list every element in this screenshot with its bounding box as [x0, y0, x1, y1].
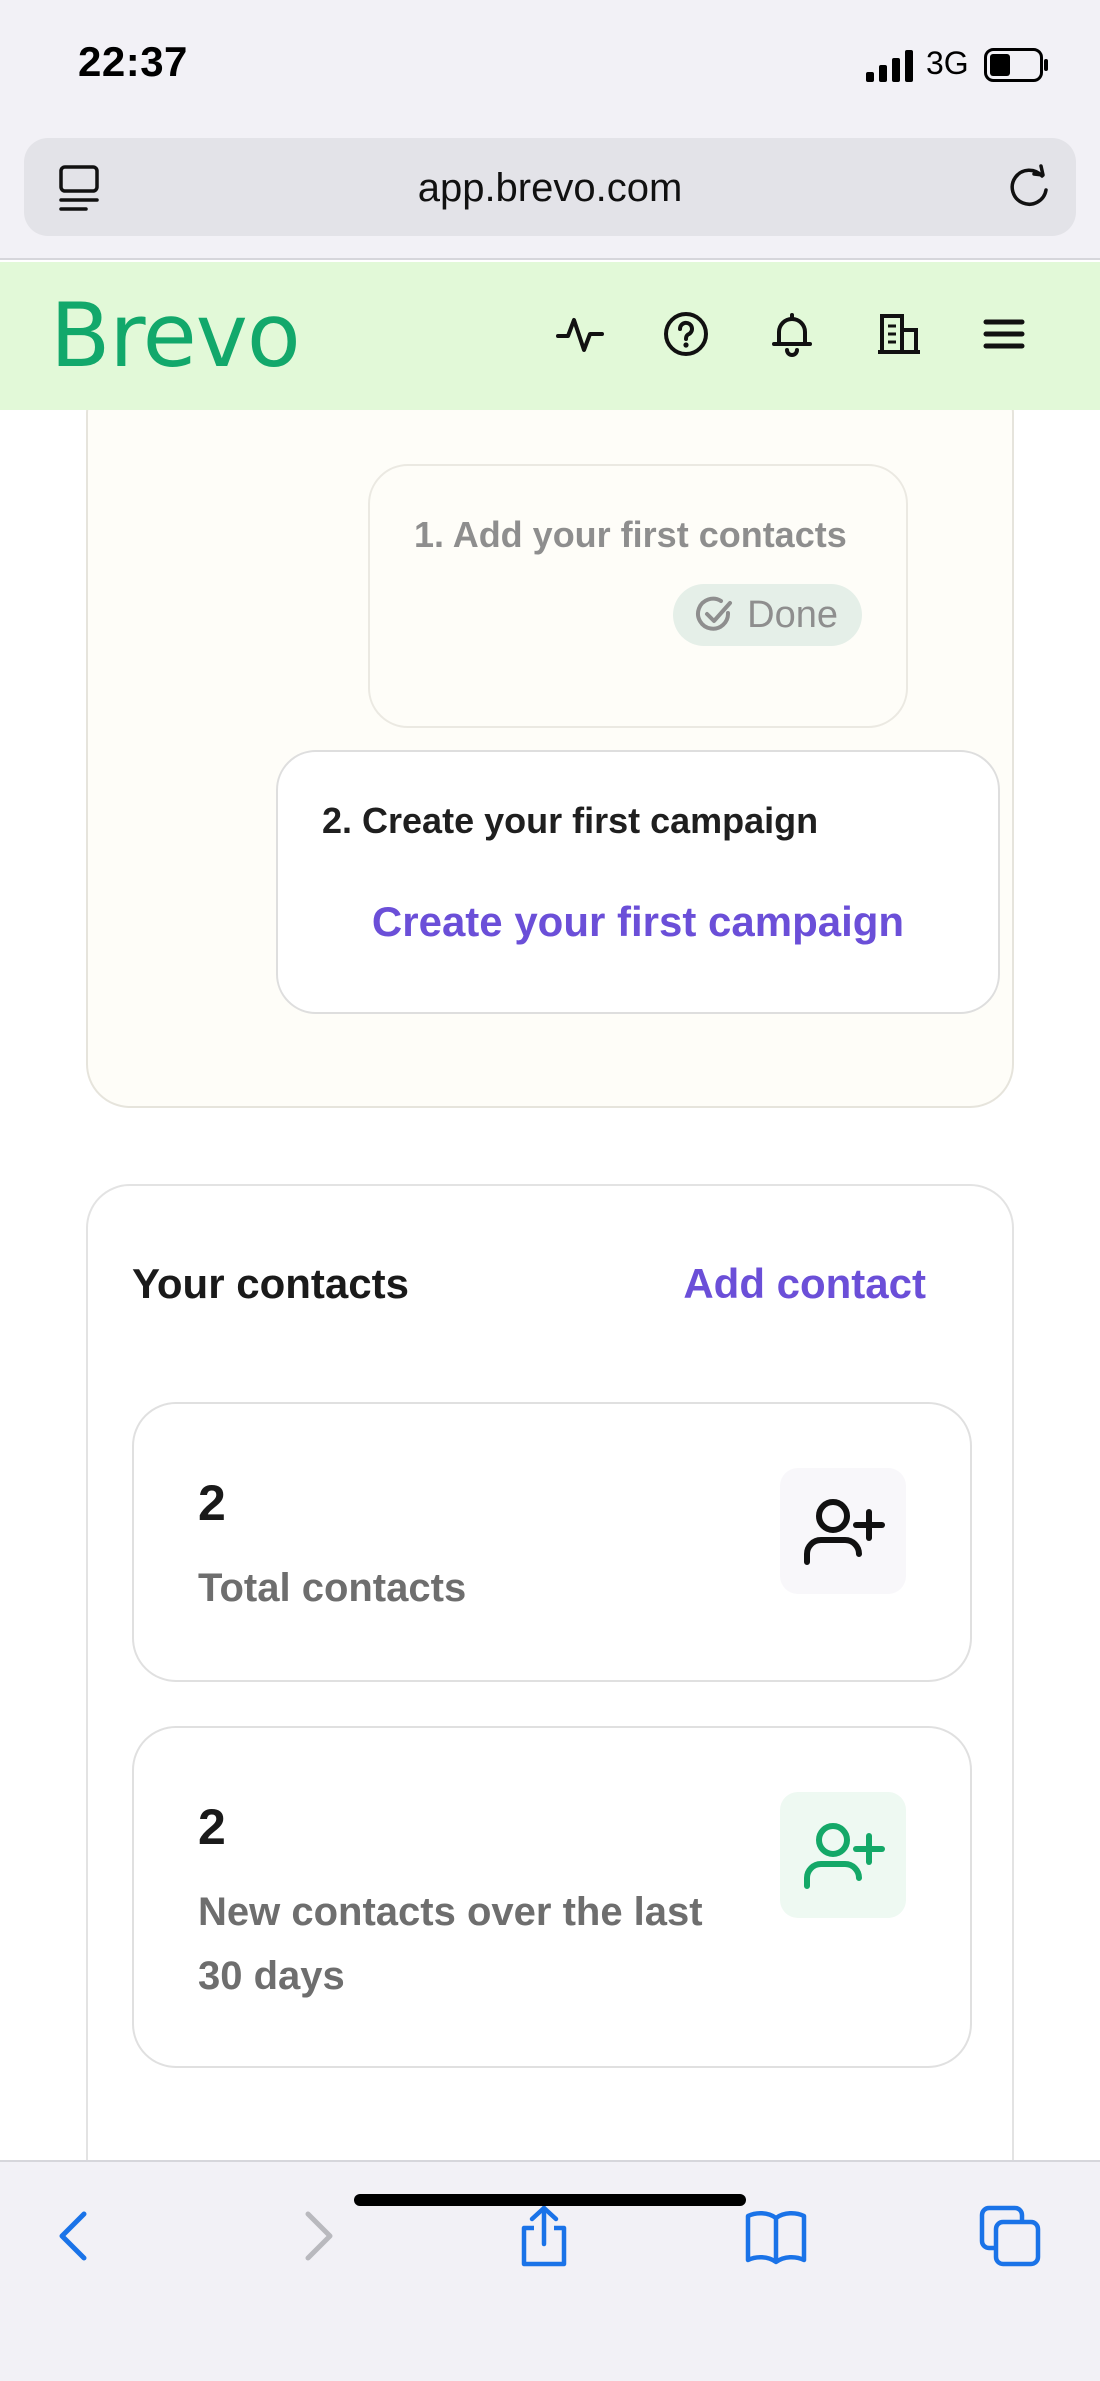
contacts-card: Your contacts Add contact 2 Total contac… — [86, 1184, 1014, 2160]
browser-address-area: app.brevo.com — [0, 130, 1100, 260]
step1-card: 1. Add your first contacts Done — [368, 464, 908, 728]
new-contacts-value: 2 — [198, 1799, 226, 1855]
url-text[interactable]: app.brevo.com — [24, 166, 1076, 211]
menu-icon[interactable] — [980, 310, 1028, 358]
reload-icon[interactable] — [1004, 162, 1054, 212]
activity-icon[interactable] — [556, 310, 604, 358]
status-bar: 22:37 3G — [0, 0, 1100, 130]
total-contacts-card: 2 Total contacts — [132, 1402, 972, 1682]
app-header: Brevo — [0, 262, 1100, 410]
step2-card: 2. Create your first campaign Create you… — [276, 750, 1000, 1014]
total-contacts-value: 2 — [198, 1475, 226, 1531]
create-campaign-link[interactable]: Create your first campaign — [278, 898, 998, 946]
step1-title: 1. Add your first contacts — [414, 514, 847, 555]
brevo-logo[interactable]: Brevo — [50, 284, 301, 387]
status-time: 22:37 — [78, 38, 188, 85]
battery-icon — [984, 48, 1048, 82]
add-user-icon — [780, 1468, 906, 1594]
tabs-icon[interactable] — [978, 2204, 1042, 2268]
onboarding-card: 1. Add your first contacts Done 2. Creat… — [86, 410, 1014, 1108]
done-label: Done — [747, 593, 838, 636]
signal-icon — [866, 50, 913, 82]
share-icon[interactable] — [512, 2204, 576, 2268]
page-content: 1. Add your first contacts Done 2. Creat… — [0, 410, 1100, 2160]
bookmarks-icon[interactable] — [744, 2204, 808, 2268]
check-circle-icon — [696, 596, 733, 631]
total-contacts-label: Total contacts — [198, 1566, 467, 1610]
network-type: 3G — [926, 45, 969, 81]
home-indicator — [354, 2194, 746, 2206]
add-contact-link[interactable]: Add contact — [683, 1260, 926, 1308]
done-badge: Done — [673, 584, 862, 646]
new-contacts-card: 2 New contacts over the last 30 days — [132, 1726, 972, 2068]
add-user-icon — [780, 1792, 906, 1918]
new-contacts-label: New contacts over the last 30 days — [198, 1890, 703, 1998]
contacts-title: Your contacts — [132, 1260, 409, 1307]
help-icon[interactable] — [662, 310, 710, 358]
back-icon[interactable] — [44, 2204, 108, 2268]
step2-title: 2. Create your first campaign — [322, 800, 819, 841]
forward-icon[interactable] — [284, 2204, 348, 2268]
bell-icon[interactable] — [768, 310, 816, 358]
address-bar[interactable]: app.brevo.com — [24, 138, 1076, 236]
building-icon[interactable] — [874, 310, 922, 358]
screen: 22:37 3G app.brevo.com Brevo 1. Add your… — [0, 0, 1100, 2381]
